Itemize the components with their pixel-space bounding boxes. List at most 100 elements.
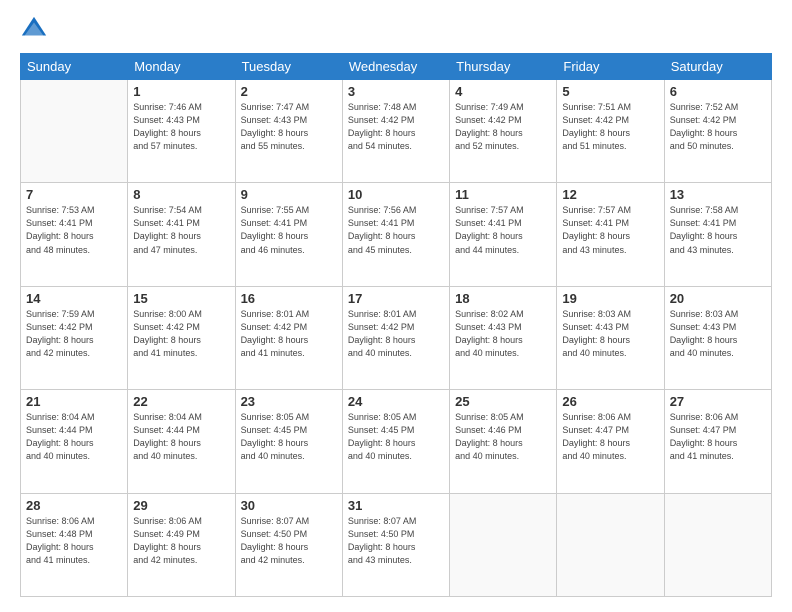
day-number: 10 [348, 187, 444, 202]
day-number: 4 [455, 84, 551, 99]
calendar-week-2: 14Sunrise: 7:59 AM Sunset: 4:42 PM Dayli… [21, 286, 772, 389]
calendar-cell: 25Sunrise: 8:05 AM Sunset: 4:46 PM Dayli… [450, 390, 557, 493]
calendar-cell: 27 Sunrise: 8:06 AM Sunset: 4:47 PM Dayli… [664, 390, 771, 493]
calendar-cell: 3 Sunrise: 7:48 AM Sunset: 4:42 PM Daylig… [342, 80, 449, 183]
day-info: Sunrise: 8:07 AM Sunset: 4:50 PM Dayligh… [348, 515, 444, 567]
day-info: Sunrise: 8:05 AM Sunset: 4:46 PM Dayligh… [455, 411, 551, 463]
day-number: 27 [670, 394, 766, 409]
calendar-cell: 30 Sunrise: 8:07 AM Sunset: 4:50 PM Dayli… [235, 493, 342, 596]
day-info: Sunrise: 8:00 AM Sunset: 4:42 PM Dayligh… [133, 308, 229, 360]
day-info: Sunrise: 8:04 AM Sunset: 4:44 PM Dayligh… [26, 411, 122, 463]
calendar-cell: 13 Sunrise: 7:58 AM Sunset: 4:41 PM Dayli… [664, 183, 771, 286]
day-info: Sunrise: 8:01 AM Sunset: 4:42 PM Dayligh… [348, 308, 444, 360]
calendar-cell: 1 Sunrise: 7:46 AM Sunset: 4:43 PM Daylig… [128, 80, 235, 183]
calendar-cell [450, 493, 557, 596]
calendar-cell: 17Sunrise: 8:01 AM Sunset: 4:42 PM Dayli… [342, 286, 449, 389]
calendar-cell: 18Sunrise: 8:02 AM Sunset: 4:43 PM Dayli… [450, 286, 557, 389]
calendar-cell: 15Sunrise: 8:00 AM Sunset: 4:42 PM Dayli… [128, 286, 235, 389]
calendar-cell: 12 Sunrise: 7:57 AM Sunset: 4:41 PM Dayli… [557, 183, 664, 286]
calendar-header-row: SundayMondayTuesdayWednesdayThursdayFrid… [21, 54, 772, 80]
calendar-cell: 28 Sunrise: 8:06 AM Sunset: 4:48 PM Dayli… [21, 493, 128, 596]
day-info: Sunrise: 7:46 AM Sunset: 4:43 PM Dayligh… [133, 101, 229, 153]
day-info: Sunrise: 8:02 AM Sunset: 4:43 PM Dayligh… [455, 308, 551, 360]
calendar-header-saturday: Saturday [664, 54, 771, 80]
day-number: 24 [348, 394, 444, 409]
day-info: Sunrise: 8:05 AM Sunset: 4:45 PM Dayligh… [241, 411, 337, 463]
day-info: Sunrise: 7:58 AM Sunset: 4:41 PM Dayligh… [670, 204, 766, 256]
calendar-table: SundayMondayTuesdayWednesdayThursdayFrid… [20, 53, 772, 597]
calendar-cell: 7 Sunrise: 7:53 AM Sunset: 4:41 PM Daylig… [21, 183, 128, 286]
day-info: Sunrise: 8:04 AM Sunset: 4:44 PM Dayligh… [133, 411, 229, 463]
day-info: Sunrise: 7:47 AM Sunset: 4:43 PM Dayligh… [241, 101, 337, 153]
day-info: Sunrise: 7:56 AM Sunset: 4:41 PM Dayligh… [348, 204, 444, 256]
day-info: Sunrise: 7:53 AM Sunset: 4:41 PM Dayligh… [26, 204, 122, 256]
day-info: Sunrise: 8:01 AM Sunset: 4:42 PM Dayligh… [241, 308, 337, 360]
day-number: 16 [241, 291, 337, 306]
day-number: 28 [26, 498, 122, 513]
day-info: Sunrise: 7:51 AM Sunset: 4:42 PM Dayligh… [562, 101, 658, 153]
day-number: 20 [670, 291, 766, 306]
calendar-cell: 8Sunrise: 7:54 AM Sunset: 4:41 PM Daylig… [128, 183, 235, 286]
day-info: Sunrise: 7:52 AM Sunset: 4:42 PM Dayligh… [670, 101, 766, 153]
day-number: 7 [26, 187, 122, 202]
calendar-cell: 10 Sunrise: 7:56 AM Sunset: 4:41 PM Dayli… [342, 183, 449, 286]
day-info: Sunrise: 8:06 AM Sunset: 4:49 PM Dayligh… [133, 515, 229, 567]
calendar-cell: 9 Sunrise: 7:55 AM Sunset: 4:41 PM Daylig… [235, 183, 342, 286]
calendar-cell [21, 80, 128, 183]
day-number: 30 [241, 498, 337, 513]
day-number: 2 [241, 84, 337, 99]
day-number: 29 [133, 498, 229, 513]
calendar-cell: 5 Sunrise: 7:51 AM Sunset: 4:42 PM Daylig… [557, 80, 664, 183]
calendar-cell: 21 Sunrise: 8:04 AM Sunset: 4:44 PM Dayli… [21, 390, 128, 493]
day-info: Sunrise: 7:57 AM Sunset: 4:41 PM Dayligh… [562, 204, 658, 256]
calendar-cell: 4 Sunrise: 7:49 AM Sunset: 4:42 PM Daylig… [450, 80, 557, 183]
day-info: Sunrise: 7:49 AM Sunset: 4:42 PM Dayligh… [455, 101, 551, 153]
day-number: 21 [26, 394, 122, 409]
day-number: 31 [348, 498, 444, 513]
day-info: Sunrise: 7:59 AM Sunset: 4:42 PM Dayligh… [26, 308, 122, 360]
day-number: 5 [562, 84, 658, 99]
calendar-cell: 31 Sunrise: 8:07 AM Sunset: 4:50 PM Dayli… [342, 493, 449, 596]
day-info: Sunrise: 8:06 AM Sunset: 4:47 PM Dayligh… [562, 411, 658, 463]
day-info: Sunrise: 8:06 AM Sunset: 4:47 PM Dayligh… [670, 411, 766, 463]
day-number: 22 [133, 394, 229, 409]
calendar-cell [664, 493, 771, 596]
calendar-cell: 26Sunrise: 8:06 AM Sunset: 4:47 PM Dayli… [557, 390, 664, 493]
calendar-cell: 23Sunrise: 8:05 AM Sunset: 4:45 PM Dayli… [235, 390, 342, 493]
day-number: 11 [455, 187, 551, 202]
day-info: Sunrise: 8:07 AM Sunset: 4:50 PM Dayligh… [241, 515, 337, 567]
calendar-week-3: 21 Sunrise: 8:04 AM Sunset: 4:44 PM Dayli… [21, 390, 772, 493]
calendar-header-sunday: Sunday [21, 54, 128, 80]
calendar-cell: 22 Sunrise: 8:04 AM Sunset: 4:44 PM Dayli… [128, 390, 235, 493]
calendar-cell: 6 Sunrise: 7:52 AM Sunset: 4:42 PM Daylig… [664, 80, 771, 183]
calendar-cell: 11 Sunrise: 7:57 AM Sunset: 4:41 PM Dayli… [450, 183, 557, 286]
calendar-week-1: 7 Sunrise: 7:53 AM Sunset: 4:41 PM Daylig… [21, 183, 772, 286]
day-info: Sunrise: 7:57 AM Sunset: 4:41 PM Dayligh… [455, 204, 551, 256]
day-number: 9 [241, 187, 337, 202]
day-number: 12 [562, 187, 658, 202]
day-info: Sunrise: 8:03 AM Sunset: 4:43 PM Dayligh… [670, 308, 766, 360]
day-number: 6 [670, 84, 766, 99]
calendar-cell: 20 Sunrise: 8:03 AM Sunset: 4:43 PM Dayli… [664, 286, 771, 389]
calendar-cell: 2 Sunrise: 7:47 AM Sunset: 4:43 PM Daylig… [235, 80, 342, 183]
day-info: Sunrise: 7:55 AM Sunset: 4:41 PM Dayligh… [241, 204, 337, 256]
day-info: Sunrise: 8:03 AM Sunset: 4:43 PM Dayligh… [562, 308, 658, 360]
logo [20, 15, 52, 43]
day-number: 19 [562, 291, 658, 306]
calendar-cell [557, 493, 664, 596]
calendar-cell: 19 Sunrise: 8:03 AM Sunset: 4:43 PM Dayli… [557, 286, 664, 389]
calendar-cell: 16 Sunrise: 8:01 AM Sunset: 4:42 PM Dayli… [235, 286, 342, 389]
logo-icon [20, 15, 48, 43]
day-number: 13 [670, 187, 766, 202]
day-info: Sunrise: 8:06 AM Sunset: 4:48 PM Dayligh… [26, 515, 122, 567]
calendar-week-0: 1 Sunrise: 7:46 AM Sunset: 4:43 PM Daylig… [21, 80, 772, 183]
day-number: 3 [348, 84, 444, 99]
day-info: Sunrise: 7:48 AM Sunset: 4:42 PM Dayligh… [348, 101, 444, 153]
day-number: 8 [133, 187, 229, 202]
day-number: 1 [133, 84, 229, 99]
calendar-cell: 24Sunrise: 8:05 AM Sunset: 4:45 PM Dayli… [342, 390, 449, 493]
calendar-header-tuesday: Tuesday [235, 54, 342, 80]
calendar-cell: 14Sunrise: 7:59 AM Sunset: 4:42 PM Dayli… [21, 286, 128, 389]
calendar-header-friday: Friday [557, 54, 664, 80]
header [20, 15, 772, 43]
